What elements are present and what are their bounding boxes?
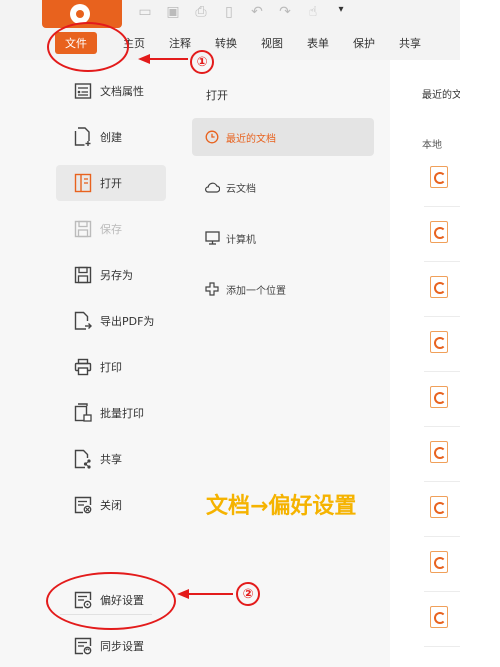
open-item-label: 云文档	[226, 183, 256, 195]
sidebar-item-label: 批量打印	[100, 407, 144, 420]
open-item-computer[interactable]: 计算机	[192, 219, 374, 257]
sidebar-item-close[interactable]: 关闭	[56, 487, 166, 523]
menu-view[interactable]: 视图	[261, 35, 283, 51]
print-icon[interactable]: ⎙	[192, 4, 210, 24]
menu-form[interactable]: 表单	[307, 35, 329, 51]
save-icon	[72, 218, 94, 240]
recent-file-separator	[424, 261, 460, 262]
sidebar-item-label: 打开	[100, 177, 122, 190]
open-item-label: 计算机	[226, 234, 256, 246]
recent-files-title: 最近的文	[422, 90, 462, 101]
menu-convert[interactable]: 转换	[215, 35, 237, 51]
open-item-cloud[interactable]: 云文档	[192, 168, 374, 206]
save-as-icon	[72, 264, 94, 286]
recent-file-icon[interactable]	[430, 386, 448, 408]
recent-file-separator	[424, 646, 460, 647]
open-item-label: 添加一个位置	[226, 285, 286, 297]
recent-file-icon[interactable]	[430, 166, 448, 188]
plus-icon	[204, 281, 220, 297]
menu-share[interactable]: 共享	[399, 35, 421, 51]
annotation-marker-1: ①	[190, 50, 214, 74]
annotation-marker-2: ②	[236, 582, 260, 606]
open-icon[interactable]: ▭	[136, 4, 154, 24]
sidebar-item-label: 同步设置	[100, 640, 144, 653]
sidebar-item-label: 共享	[100, 453, 122, 466]
sidebar-item-properties[interactable]: 文档属性	[56, 73, 166, 109]
recent-file-icon[interactable]	[430, 606, 448, 628]
annotation-circle-file-menu	[47, 22, 129, 72]
window-edge	[460, 0, 500, 667]
recent-file-icon[interactable]	[430, 441, 448, 463]
open-item-recent[interactable]: 最近的文档	[192, 118, 374, 156]
document-properties-icon	[72, 80, 94, 102]
save-icon[interactable]: ▣	[164, 4, 182, 24]
annotation-caption: 文档→偏好设置	[206, 494, 357, 519]
sidebar-item-create[interactable]: 创建	[56, 119, 166, 155]
clock-icon	[204, 129, 220, 145]
printer-icon	[72, 356, 94, 378]
create-document-icon	[72, 126, 94, 148]
sidebar-item-share[interactable]: 共享	[56, 441, 166, 477]
recent-file-separator	[424, 371, 460, 372]
recent-file-icon[interactable]	[430, 551, 448, 573]
sidebar-item-sync-settings[interactable]: 同步设置	[56, 628, 166, 664]
recent-file-icon[interactable]	[430, 221, 448, 243]
sidebar-item-label: 另存为	[100, 269, 133, 282]
undo-icon[interactable]: ↶	[248, 4, 266, 24]
recent-files-panel: 最近的文 本地	[390, 60, 462, 667]
recent-file-icon[interactable]	[430, 496, 448, 518]
sidebar-item-save[interactable]: 保存	[56, 211, 166, 247]
batch-print-icon	[72, 402, 94, 424]
annotation-arrow-2	[177, 589, 233, 599]
recent-file-separator	[424, 481, 460, 482]
hand-tool-icon[interactable]: ☝	[304, 4, 322, 24]
redo-icon[interactable]: ↷	[276, 4, 294, 24]
sidebar-item-export-pdf[interactable]: 导出PDF为	[56, 303, 166, 339]
recent-file-separator	[424, 426, 460, 427]
annotation-arrow-1	[138, 54, 188, 64]
quick-access-toolbar: ▭ ▣ ⎙ ▯ ↶ ↷ ☝ ▾	[136, 4, 350, 24]
sidebar-item-print[interactable]: 打印	[56, 349, 166, 385]
recent-file-separator	[424, 206, 460, 207]
sidebar-item-label: 文档属性	[100, 85, 144, 98]
sidebar-item-open[interactable]: 打开	[56, 165, 166, 201]
sidebar-item-batch-print[interactable]: 批量打印	[56, 395, 166, 431]
sidebar-item-label: 关闭	[100, 499, 122, 512]
annotation-circle-preferences	[46, 572, 176, 630]
close-document-icon	[72, 494, 94, 516]
recent-files-location: 本地	[422, 140, 442, 151]
sidebar-item-label: 打印	[100, 361, 122, 374]
monitor-icon	[204, 230, 220, 246]
cloud-icon	[204, 179, 220, 195]
open-panel: 打开 最近的文档 云文档 计算机 添加一个位置	[178, 60, 390, 667]
sidebar-item-label: 创建	[100, 131, 122, 144]
export-pdf-icon	[72, 310, 94, 332]
open-panel-title: 打开	[206, 89, 228, 102]
menu-annotate[interactable]: 注释	[169, 35, 191, 51]
recent-file-separator	[424, 316, 460, 317]
open-item-add-location[interactable]: 添加一个位置	[192, 270, 374, 308]
recent-file-icon[interactable]	[430, 276, 448, 298]
recent-file-separator	[424, 591, 460, 592]
customize-dropdown-icon[interactable]: ▾	[332, 4, 350, 24]
sidebar-item-save-as[interactable]: 另存为	[56, 257, 166, 293]
new-icon[interactable]: ▯	[220, 4, 238, 24]
sidebar-item-label: 保存	[100, 223, 122, 236]
recent-file-separator	[424, 536, 460, 537]
sidebar-item-label: 导出PDF为	[100, 315, 155, 328]
share-icon	[72, 448, 94, 470]
sync-settings-icon	[72, 635, 94, 657]
recent-file-icon[interactable]	[430, 331, 448, 353]
app-logo-icon	[70, 4, 90, 24]
menu-protect[interactable]: 保护	[353, 35, 375, 51]
open-item-label: 最近的文档	[226, 133, 276, 145]
open-folder-icon	[72, 172, 94, 194]
